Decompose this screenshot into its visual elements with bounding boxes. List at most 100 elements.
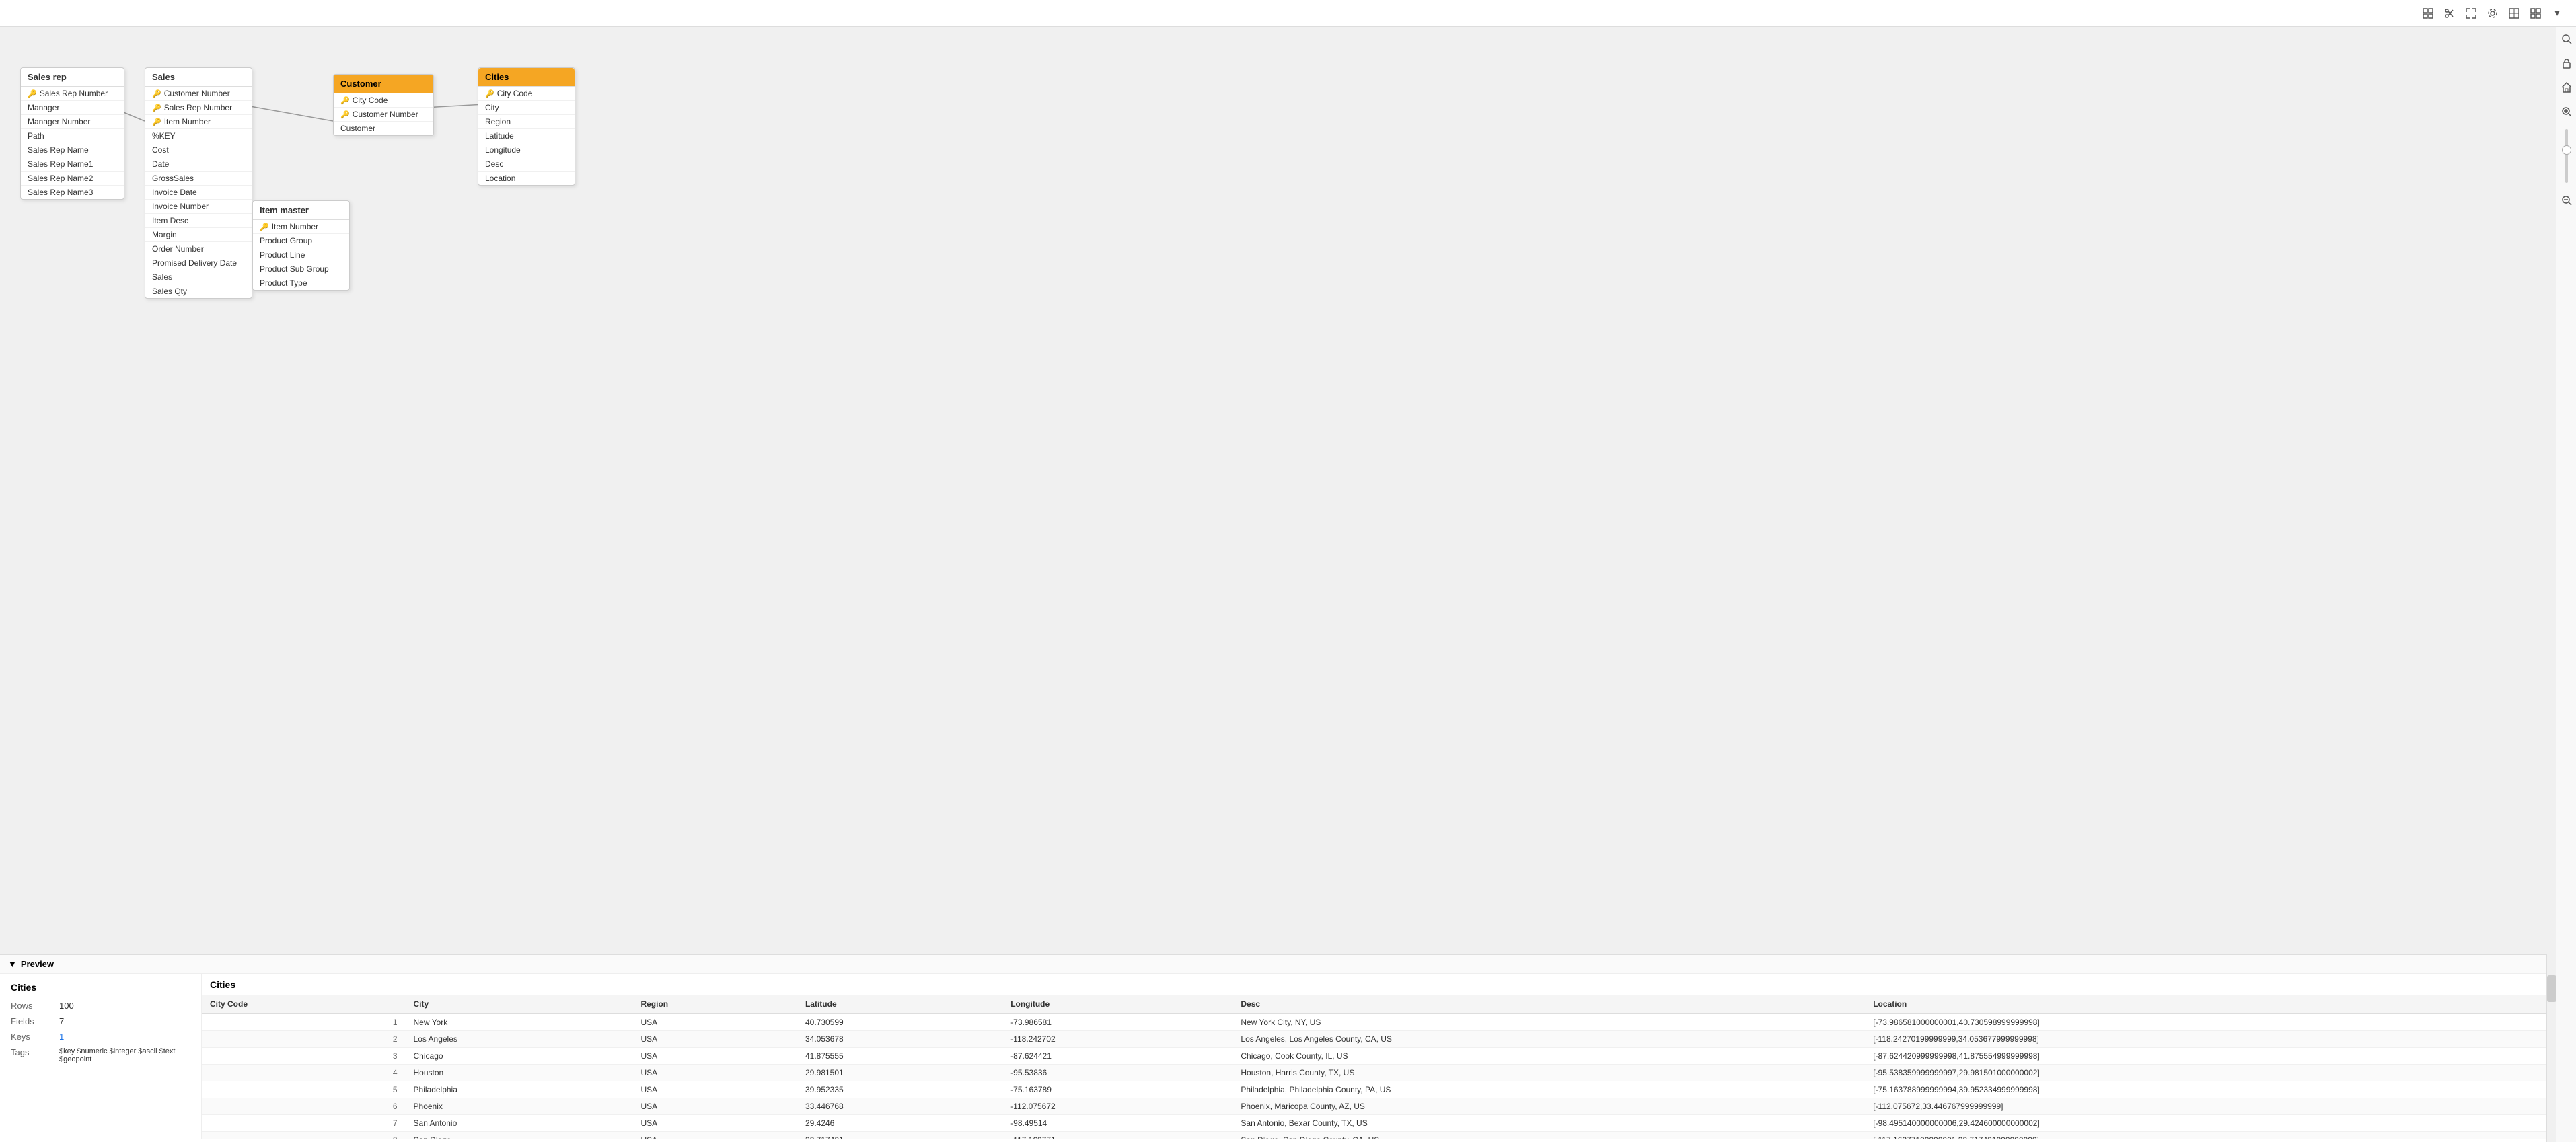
cell-city: Chicago xyxy=(406,1048,633,1065)
sales-field-12[interactable]: Promised Delivery Date xyxy=(145,256,252,270)
salesrep-field-2[interactable]: Manager Number xyxy=(21,115,124,129)
preview-row-fields: Fields 7 xyxy=(11,1016,190,1026)
sales-field-4[interactable]: Cost xyxy=(145,143,252,157)
cell-longitude: -75.163789 xyxy=(1002,1081,1232,1098)
sales-field-8[interactable]: Invoice Number xyxy=(145,200,252,214)
preview-header[interactable]: ▼ Preview xyxy=(0,955,2556,974)
sales-field-3[interactable]: %KEY xyxy=(145,129,252,143)
cell-region: USA xyxy=(632,1115,797,1132)
table-sales[interactable]: Sales 🔑 Customer Number 🔑 Sales Rep Numb… xyxy=(145,67,252,299)
cell-location: [-95.538359999999997,29.981501000000002] xyxy=(1865,1065,2556,1081)
key-icon-citycode: 🔑 xyxy=(485,89,494,98)
table-customer[interactable]: Customer 🔑 City Code 🔑 Customer Number C… xyxy=(333,74,434,136)
toolbar-icon-scissors[interactable] xyxy=(2441,5,2458,22)
sales-field-6[interactable]: GrossSales xyxy=(145,172,252,186)
tags-label: Tags xyxy=(11,1047,51,1063)
toolbar-icon-chevron[interactable]: ▾ xyxy=(2549,5,2565,22)
table-cities[interactable]: Cities 🔑 City Code City Region Latitude … xyxy=(478,67,575,186)
zoom-thumb[interactable] xyxy=(2562,145,2571,155)
cell-longitude: -73.986581 xyxy=(1002,1014,1232,1031)
cities-field-5[interactable]: Desc xyxy=(478,157,575,172)
col-longitude: Longitude xyxy=(1002,995,1232,1014)
salesrep-field-0[interactable]: 🔑 Sales Rep Number xyxy=(21,87,124,101)
cell-desc: Chicago, Cook County, IL, US xyxy=(1232,1048,1865,1065)
cities-field-0[interactable]: 🔑 City Code xyxy=(478,87,575,101)
cell-latitude: 29.4246 xyxy=(797,1115,1002,1132)
cell-latitude: 29.981501 xyxy=(797,1065,1002,1081)
cell-location: [-87.624420999999998,41.875554999999998] xyxy=(1865,1048,2556,1065)
itemmaster-field-4[interactable]: Product Type xyxy=(253,276,349,290)
preview-row-rows: Rows 100 xyxy=(11,1001,190,1011)
cell-desc: Houston, Harris County, TX, US xyxy=(1232,1065,1865,1081)
itemmaster-field-1[interactable]: Product Group xyxy=(253,234,349,248)
cell-city: New York xyxy=(406,1014,633,1031)
zoom-slider[interactable] xyxy=(2565,129,2568,183)
cities-field-3[interactable]: Latitude xyxy=(478,129,575,143)
col-citycode: City Code xyxy=(202,995,406,1014)
cell-city: Los Angeles xyxy=(406,1031,633,1048)
itemmaster-field-0[interactable]: 🔑 Item Number xyxy=(253,220,349,234)
key-icon-itemnum: 🔑 xyxy=(260,223,269,231)
toolbar-icon-1[interactable] xyxy=(2420,5,2436,22)
salesrep-field-7[interactable]: Sales Rep Name3 xyxy=(21,186,124,199)
cities-field-4[interactable]: Longitude xyxy=(478,143,575,157)
toolbar-icon-settings[interactable] xyxy=(2485,5,2501,22)
home-icon[interactable] xyxy=(2560,81,2573,94)
table-header-row: City Code City Region Latitude Longitude… xyxy=(202,995,2556,1014)
customer-field-2[interactable]: Customer xyxy=(334,122,433,135)
preview-right[interactable]: Cities City Code City Region Latitude Lo… xyxy=(202,974,2556,1139)
toolbar-icon-expand[interactable] xyxy=(2463,5,2479,22)
search-icon[interactable] xyxy=(2560,32,2573,46)
sales-field-10[interactable]: Margin xyxy=(145,228,252,242)
cities-field-1[interactable]: City xyxy=(478,101,575,115)
lock-icon[interactable] xyxy=(2560,56,2573,70)
preview-panel: ▼ Preview Cities Rows 100 Fields 7 Keys … xyxy=(0,954,2556,1142)
sales-field-7[interactable]: Invoice Date xyxy=(145,186,252,200)
salesrep-field-5[interactable]: Sales Rep Name1 xyxy=(21,157,124,172)
preview-row-keys: Keys 1 xyxy=(11,1032,190,1042)
table-salesrep[interactable]: Sales rep 🔑 Sales Rep Number Manager Man… xyxy=(20,67,124,200)
key-icon-in: 🔑 xyxy=(152,118,161,126)
cities-field-2[interactable]: Region xyxy=(478,115,575,129)
toolbar-icon-grid[interactable] xyxy=(2506,5,2522,22)
sales-field-11[interactable]: Order Number xyxy=(145,242,252,256)
preview-scrollbar-thumb[interactable] xyxy=(2547,975,2556,1002)
cell-cityCode: 1 xyxy=(202,1014,406,1031)
preview-right-scrollbar[interactable] xyxy=(2546,954,2556,1142)
cell-region: USA xyxy=(632,1132,797,1140)
sales-field-14[interactable]: Sales Qty xyxy=(145,284,252,298)
sales-field-9[interactable]: Item Desc xyxy=(145,214,252,228)
cell-longitude: -95.53836 xyxy=(1002,1065,1232,1081)
cell-longitude: -118.242702 xyxy=(1002,1031,1232,1048)
cities-field-6[interactable]: Location xyxy=(478,172,575,185)
salesrep-field-1[interactable]: Manager xyxy=(21,101,124,115)
sales-field-1[interactable]: 🔑 Sales Rep Number xyxy=(145,101,252,115)
zoom-in-icon[interactable] xyxy=(2560,105,2573,118)
salesrep-field-3[interactable]: Path xyxy=(21,129,124,143)
itemmaster-field-2[interactable]: Product Line xyxy=(253,248,349,262)
customer-field-1[interactable]: 🔑 Customer Number xyxy=(334,108,433,122)
cell-cityCode: 3 xyxy=(202,1048,406,1065)
cell-longitude: -117.162771 xyxy=(1002,1132,1232,1140)
cell-location: [-112.075672,33.446767999999999] xyxy=(1865,1098,2556,1115)
col-desc: Desc xyxy=(1232,995,1865,1014)
sales-field-2[interactable]: 🔑 Item Number xyxy=(145,115,252,129)
cell-latitude: 40.730599 xyxy=(797,1014,1002,1031)
salesrep-field-4[interactable]: Sales Rep Name xyxy=(21,143,124,157)
col-region: Region xyxy=(632,995,797,1014)
cell-location: [-117.16277100000001,32.717421000000000] xyxy=(1865,1132,2556,1140)
cell-region: USA xyxy=(632,1031,797,1048)
sales-field-0[interactable]: 🔑 Customer Number xyxy=(145,87,252,101)
zoom-out-icon[interactable] xyxy=(2560,194,2573,207)
sales-field-13[interactable]: Sales xyxy=(145,270,252,284)
table-itemmaster[interactable]: Item master 🔑 Item Number Product Group … xyxy=(252,200,350,291)
col-city: City xyxy=(406,995,633,1014)
preview-content: Cities Rows 100 Fields 7 Keys 1 Tags $ke… xyxy=(0,974,2556,1139)
sales-field-5[interactable]: Date xyxy=(145,157,252,172)
customer-field-0[interactable]: 🔑 City Code xyxy=(334,93,433,108)
salesrep-field-6[interactable]: Sales Rep Name2 xyxy=(21,172,124,186)
table-customer-header: Customer xyxy=(334,75,433,93)
tags-value: $key $numeric $integer $ascii $text $geo… xyxy=(59,1047,190,1063)
toolbar-icon-layout[interactable] xyxy=(2528,5,2544,22)
itemmaster-field-3[interactable]: Product Sub Group xyxy=(253,262,349,276)
